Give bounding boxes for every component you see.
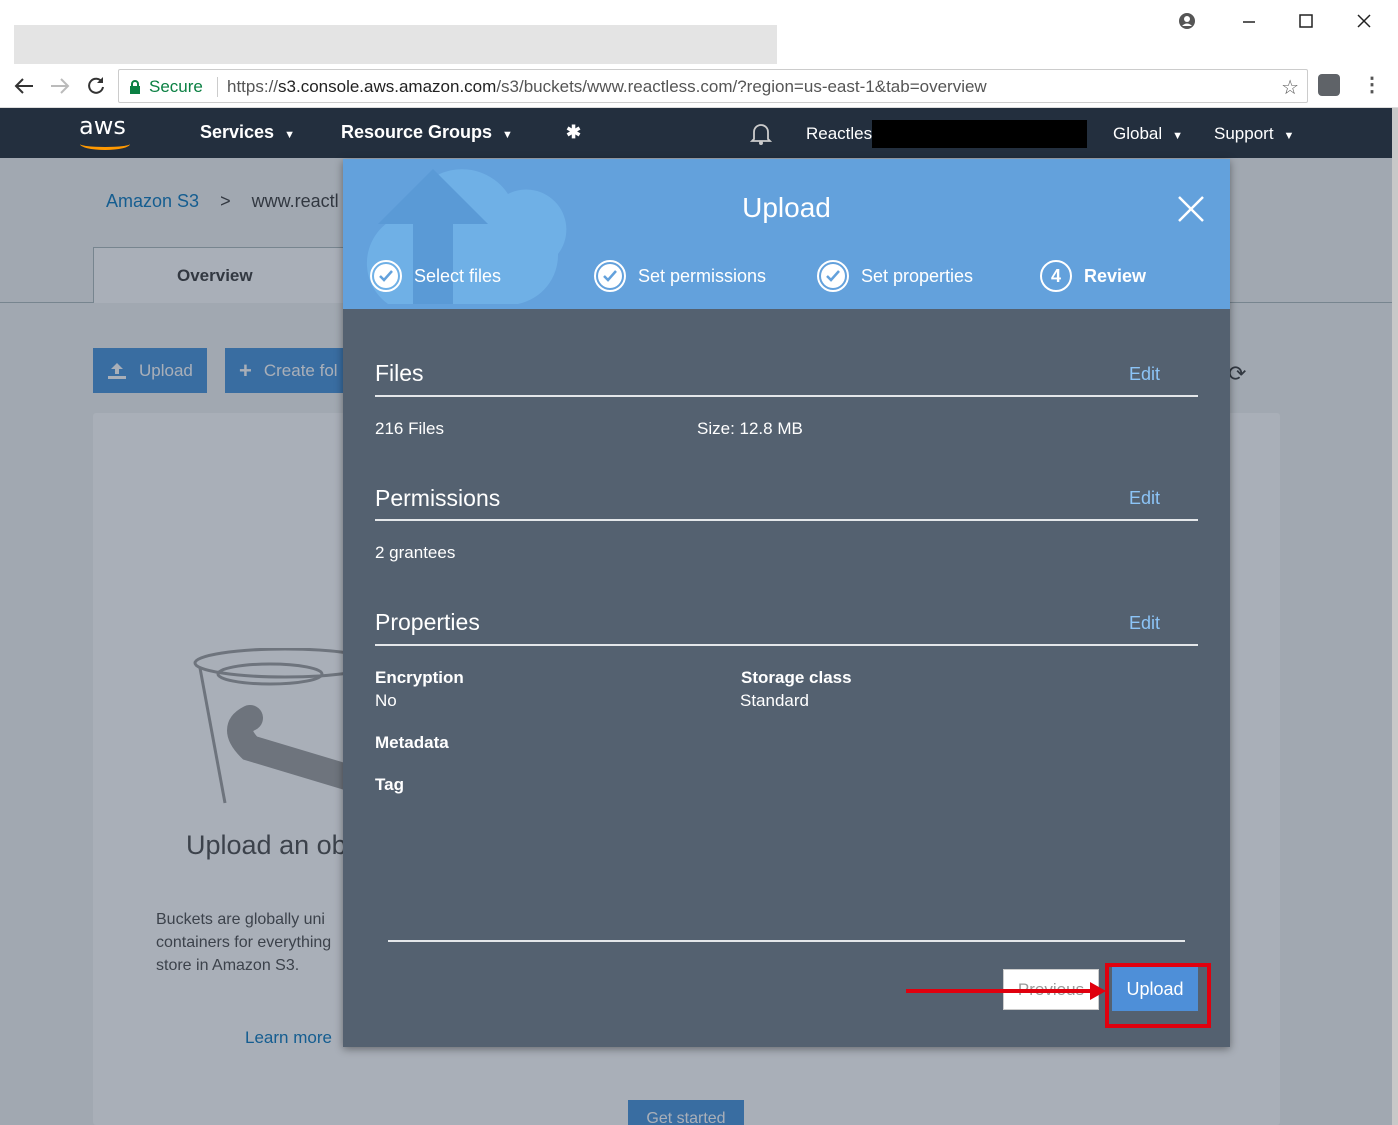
profile-icon[interactable]: [1172, 8, 1202, 34]
pin-icon[interactable]: ✱: [566, 122, 581, 143]
storage-class-value: Standard: [740, 691, 809, 710]
step-number-circle: 4: [1040, 260, 1072, 292]
properties-edit-link[interactable]: Edit: [1129, 613, 1160, 634]
step-label: Set permissions: [638, 265, 767, 286]
redacted-account-name: [872, 120, 1087, 148]
files-divider: [375, 395, 1198, 397]
properties-divider: [375, 644, 1198, 646]
region-label: Global: [1113, 124, 1163, 143]
step-review[interactable]: 4 Review: [1040, 258, 1146, 294]
aws-smile-icon: [80, 138, 130, 150]
address-bar[interactable]: Secure https://s3.console.aws.amazon.com…: [118, 69, 1308, 103]
step-set-permissions[interactable]: Set permissions: [594, 258, 766, 294]
files-size: Size: 12.8 MB: [697, 419, 803, 438]
lock-icon: [130, 79, 140, 94]
url-domain: s3.console.aws.amazon.com: [278, 77, 497, 96]
screenshot-root: Secure https://s3.console.aws.amazon.com…: [0, 0, 1398, 1125]
url-prefix: https://: [227, 77, 279, 96]
step-number: 4: [1050, 265, 1061, 286]
resource-groups-label: Resource Groups: [341, 122, 493, 142]
encryption-value: No: [375, 691, 397, 710]
page-scrollbar[interactable]: [1392, 108, 1398, 1125]
step-label: Set properties: [861, 265, 974, 286]
modal-title: Upload: [742, 192, 831, 223]
reload-icon[interactable]: [82, 72, 110, 100]
chevron-down-icon: ▼: [284, 129, 295, 141]
browser-toolbar: Secure https://s3.console.aws.amazon.com…: [0, 64, 1398, 108]
close-icon[interactable]: [1177, 195, 1205, 223]
secure-label: Secure: [149, 77, 203, 96]
services-label: Services: [200, 122, 275, 142]
metadata-label: Metadata: [375, 733, 449, 752]
extension-icon[interactable]: [1318, 74, 1340, 96]
bookmark-star-icon[interactable]: ☆: [1281, 75, 1299, 100]
minimize-icon[interactable]: [1234, 8, 1264, 34]
check-circle-icon: [370, 260, 402, 292]
account-menu[interactable]: Reactless: [806, 124, 881, 144]
grantees-count: 2 grantees: [375, 543, 456, 562]
url-path: /s3/buckets/www.reactless.com/?region=us…: [496, 77, 987, 96]
modal-header: Upload Select files Set permissions Set …: [343, 159, 1230, 309]
resource-groups-menu[interactable]: Resource Groups ▼: [341, 122, 513, 143]
permissions-edit-link[interactable]: Edit: [1129, 488, 1160, 509]
browser-tab[interactable]: [14, 25, 777, 64]
back-icon[interactable]: [10, 72, 38, 100]
annotation-highlight-box: [1105, 963, 1211, 1028]
aws-logo[interactable]: aws: [79, 112, 126, 140]
files-section-title: Files: [375, 360, 424, 386]
properties-section-title: Properties: [375, 609, 480, 635]
close-window-icon[interactable]: [1349, 8, 1379, 34]
files-edit-link[interactable]: Edit: [1129, 364, 1160, 385]
footer-divider: [388, 940, 1185, 942]
upload-modal: Upload Select files Set permissions Set …: [343, 159, 1230, 1047]
bell-icon[interactable]: [749, 122, 773, 151]
storage-class-label: Storage class: [741, 668, 852, 687]
support-label: Support: [1214, 124, 1274, 143]
encryption-label: Encryption: [375, 668, 464, 687]
step-set-properties[interactable]: Set properties: [817, 258, 973, 294]
url-divider: [217, 77, 218, 97]
services-menu[interactable]: Services ▼: [200, 122, 295, 143]
chevron-down-icon: ▼: [1283, 130, 1295, 142]
secure-indicator[interactable]: Secure: [129, 77, 203, 97]
maximize-icon[interactable]: [1291, 8, 1321, 34]
region-menu[interactable]: Global ▼: [1113, 124, 1183, 144]
aws-navbar: aws Services ▼ Resource Groups ▼ ✱ Reactle…: [0, 108, 1392, 158]
tag-label: Tag: [375, 775, 404, 794]
files-count: 216 Files: [375, 419, 444, 438]
chevron-down-icon: ▼: [502, 129, 513, 141]
url-text[interactable]: https://s3.console.aws.amazon.com/s3/buc…: [227, 77, 987, 97]
forward-icon[interactable]: [46, 72, 74, 100]
chevron-down-icon: ▼: [1172, 130, 1184, 142]
step-label: Select files: [414, 265, 502, 286]
step-label: Review: [1084, 265, 1147, 286]
check-circle-icon: [817, 260, 849, 292]
annotation-arrow-icon: [906, 982, 1106, 1000]
support-menu[interactable]: Support ▼: [1214, 124, 1294, 144]
browser-menu-icon[interactable]: ⋮: [1362, 72, 1382, 97]
browser-titlebar: [0, 0, 1398, 64]
permissions-section-title: Permissions: [375, 485, 501, 511]
check-circle-icon: [594, 260, 626, 292]
step-select-files[interactable]: Select files: [370, 258, 501, 294]
permissions-divider: [375, 519, 1198, 521]
